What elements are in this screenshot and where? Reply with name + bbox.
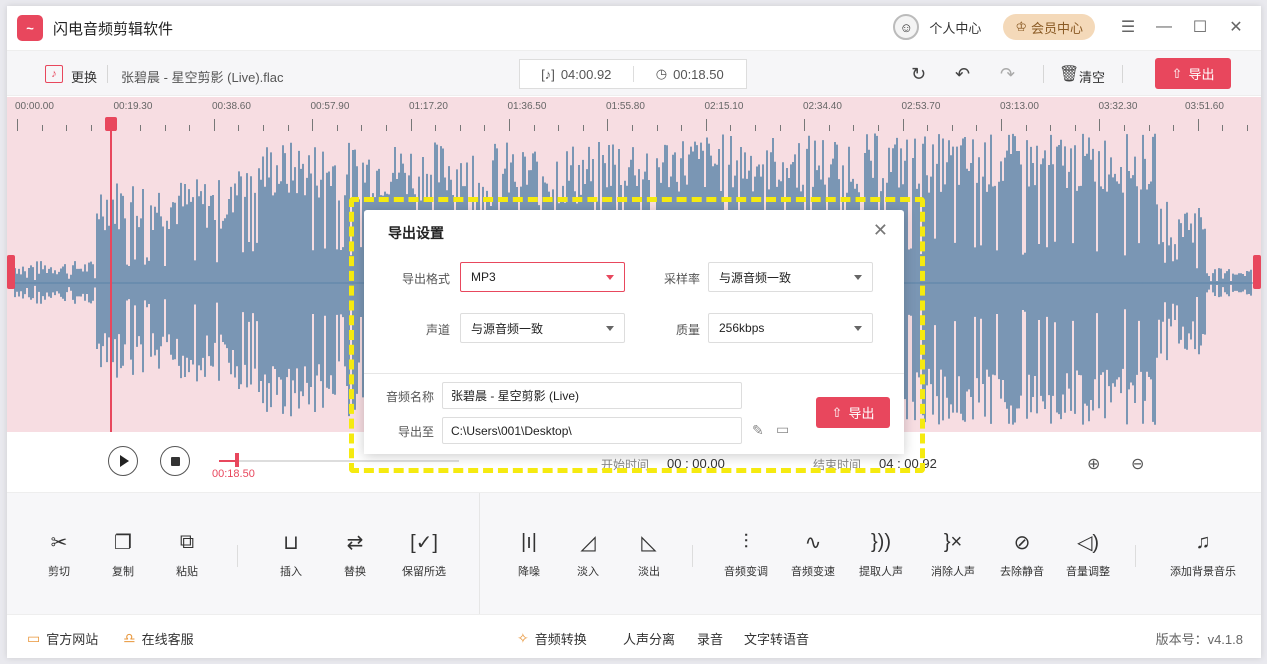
path-input[interactable]: C:\Users\001\Desktop\ (442, 417, 742, 444)
path-label: 导出至 (397, 425, 434, 439)
samplerate-value: 与源音频一致 (719, 270, 792, 285)
dialog-title: 导出设置 (388, 225, 444, 241)
quality-select[interactable]: 256kbps (708, 313, 873, 343)
format-select[interactable]: MP3 (460, 262, 625, 292)
app-window: ~ 闪电音频剪辑软件 ☺ 个人中心 ♔ 会员中心 ☰ — ☐ ✕ ♪ 更换 张碧… (7, 6, 1261, 658)
quality-label: 质量 (675, 323, 700, 337)
format-label: 导出格式 (401, 272, 450, 286)
upload-icon: ⇧ (831, 404, 843, 420)
channel-select[interactable]: 与源音频一致 (460, 313, 625, 343)
dialog-close-icon[interactable]: ✕ (873, 220, 888, 241)
export-dialog: 导出设置 ✕ 导出格式 MP3 采样率 与源音频一致 声道 与源音频一致 质量 … (364, 210, 904, 454)
format-value: MP3 (471, 270, 496, 284)
channel-label: 声道 (425, 323, 450, 337)
quality-value: 256kbps (719, 321, 765, 335)
name-label: 音频名称 (385, 390, 434, 404)
dialog-export-button[interactable]: ⇧ 导出 (816, 397, 890, 428)
chevron-down-icon (854, 326, 862, 331)
samplerate-select[interactable]: 与源音频一致 (708, 262, 873, 292)
samplerate-label: 采样率 (663, 272, 700, 286)
channel-value: 与源音频一致 (471, 321, 544, 336)
folder-icon[interactable]: ▭ (776, 421, 789, 438)
dialog-export-label: 导出 (848, 406, 875, 421)
chevron-down-icon (606, 326, 614, 331)
chevron-down-icon (606, 275, 614, 280)
name-input[interactable]: 张碧晨 - 星空剪影 (Live) (442, 382, 742, 409)
chevron-down-icon (854, 275, 862, 280)
edit-icon[interactable]: ✎ (752, 422, 764, 439)
